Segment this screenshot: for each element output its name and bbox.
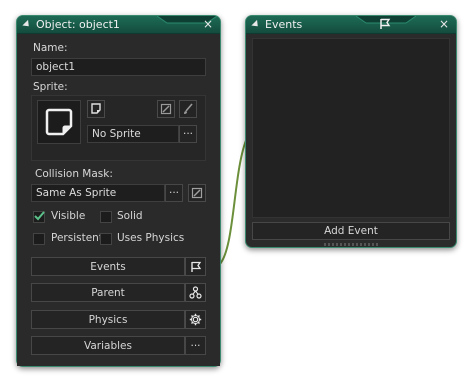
edit-collision-button[interactable]: [188, 184, 206, 202]
gear-icon: [189, 313, 202, 326]
uses-physics-checkbox[interactable]: [100, 233, 112, 245]
sprite-select[interactable]: No Sprite: [87, 125, 179, 143]
collision-label: Collision Mask:: [35, 168, 113, 180]
flag-icon: [380, 18, 391, 29]
visible-checkbox[interactable]: [33, 211, 45, 223]
sprite-preview[interactable]: [37, 100, 81, 144]
uses-physics-label: Uses Physics: [117, 232, 185, 244]
parent-button[interactable]: Parent: [31, 283, 185, 302]
object-panel-title: Object: object1: [36, 18, 120, 31]
sprite-menu-button[interactable]: ···: [179, 125, 197, 143]
close-icon[interactable]: ×: [439, 17, 449, 31]
new-sprite-icon: [91, 103, 101, 114]
persistent-checkbox[interactable]: [33, 233, 45, 245]
paint-sprite-button[interactable]: [179, 100, 197, 118]
variables-menu-button[interactable]: ···: [185, 336, 206, 355]
collapse-icon[interactable]: [22, 19, 32, 30]
edit-image-icon: [191, 187, 203, 199]
solid-checkbox[interactable]: [100, 211, 112, 223]
new-sprite-button[interactable]: [87, 100, 105, 118]
sprite-label: Sprite:: [33, 81, 68, 93]
events-flag-button[interactable]: [185, 257, 206, 276]
collision-select[interactable]: Same As Sprite: [31, 184, 165, 202]
close-icon[interactable]: ×: [203, 17, 213, 31]
name-label: Name:: [33, 42, 68, 54]
edit-sprite-button[interactable]: [157, 100, 175, 118]
events-panel-titlebar[interactable]: Events ×: [246, 16, 456, 34]
visible-label: Visible: [51, 210, 86, 222]
collapse-icon[interactable]: [251, 19, 261, 30]
events-panel-title: Events: [265, 18, 303, 31]
object-panel: Object: object1 × Name: object1 Sprite: …: [16, 15, 221, 367]
variables-button[interactable]: Variables: [31, 336, 185, 355]
name-field[interactable]: object1: [31, 58, 206, 76]
resize-grip[interactable]: [324, 243, 378, 246]
brush-icon: [184, 103, 193, 114]
physics-button[interactable]: Physics: [31, 310, 185, 329]
events-panel: Events × Add Event: [245, 15, 457, 248]
events-list[interactable]: [252, 38, 450, 218]
solid-label: Solid: [117, 210, 143, 222]
hierarchy-icon: [189, 286, 202, 299]
physics-icon-button[interactable]: [185, 310, 206, 329]
sprite-placeholder-icon: [45, 108, 73, 136]
check-icon: [34, 211, 45, 221]
parent-icon-button[interactable]: [185, 283, 206, 302]
events-button[interactable]: Events: [31, 257, 185, 276]
edit-image-icon: [160, 103, 172, 115]
add-event-button[interactable]: Add Event: [252, 222, 450, 240]
collision-menu-button[interactable]: ···: [165, 184, 183, 202]
persistent-label: Persistent: [51, 232, 103, 244]
object-panel-titlebar[interactable]: Object: object1 ×: [17, 16, 220, 34]
flag-icon: [190, 261, 201, 272]
